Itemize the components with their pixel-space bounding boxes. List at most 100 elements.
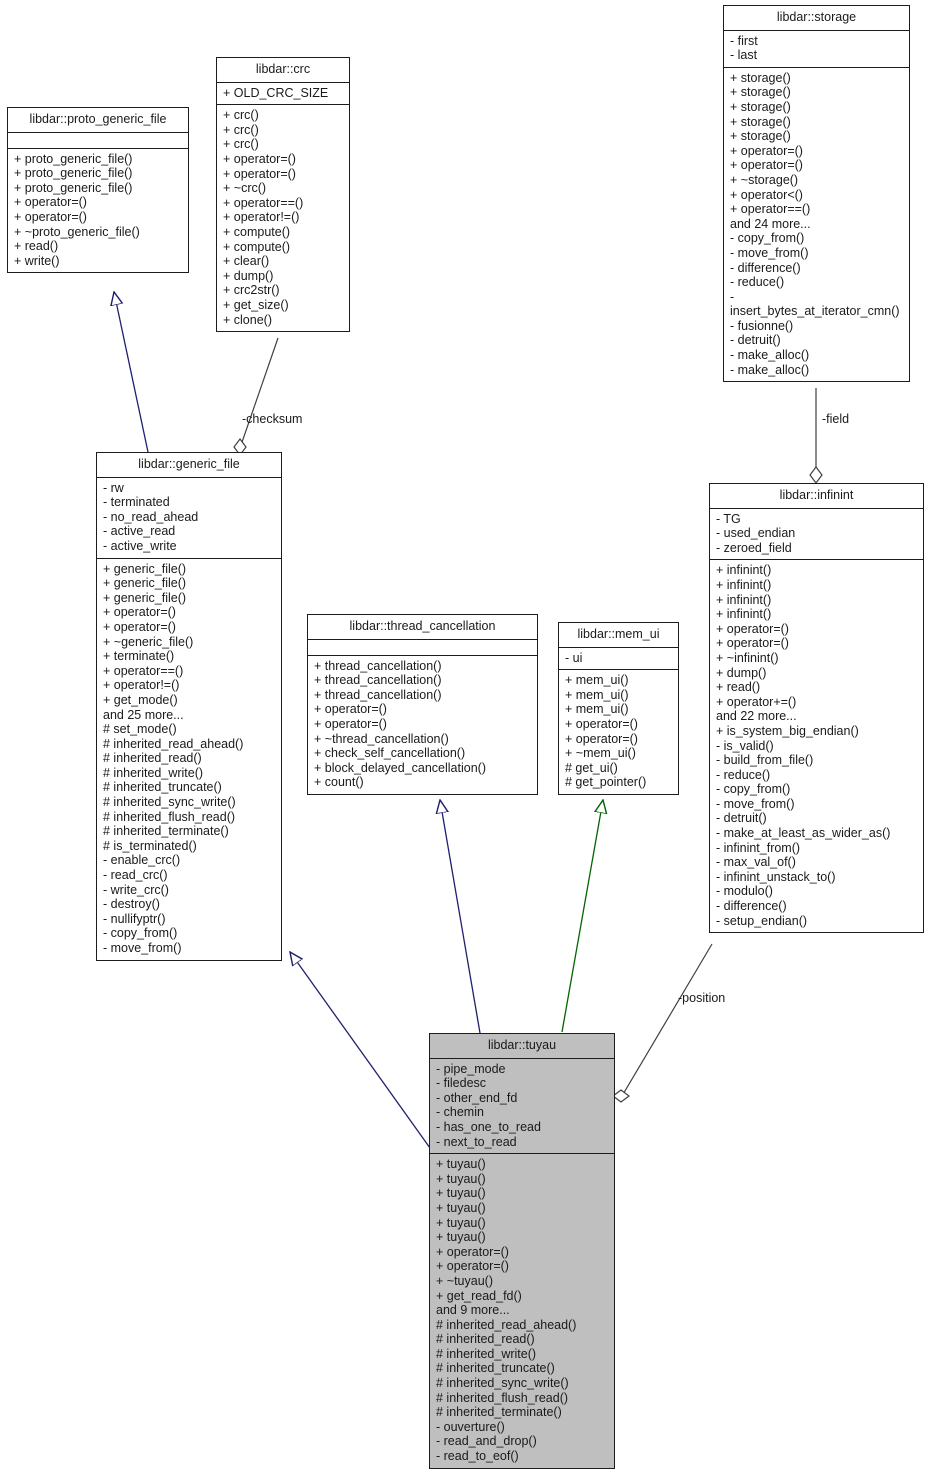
class-attributes-tuyau: - pipe_mode - filedesc - other_end_fd - che…: [430, 1059, 614, 1155]
class-member: # inherited_sync_write(): [103, 795, 236, 810]
edge-infinint-has-field-storage: [809, 388, 823, 484]
class-member: - detruit(): [730, 333, 781, 348]
class-member: + write(): [14, 253, 60, 268]
edge-generic-file-has-checksum-crc: [233, 337, 279, 456]
class-attributes-infinint: - TG - used_endian - zeroed_field: [710, 509, 923, 561]
class-box-infinint[interactable]: libdar::infinint - TG - used_endian - zero…: [709, 483, 924, 934]
class-box-proto-generic-file[interactable]: libdar::proto_generic_file + proto_gener…: [7, 107, 189, 274]
class-member: + tuyau(): [436, 1230, 486, 1245]
class-member: - chemin: [436, 1105, 484, 1120]
class-member: # inherited_truncate(): [436, 1361, 555, 1376]
class-box-tuyau[interactable]: libdar::tuyau - pipe_mode - filedesc - oth…: [429, 1033, 615, 1469]
class-member: + crc2str(): [223, 283, 280, 298]
class-member: + read(): [716, 680, 761, 695]
class-member: and 22 more...: [716, 709, 797, 724]
class-member: - make_alloc(): [730, 348, 810, 363]
class-member: - TG: [716, 511, 741, 526]
class-member: - nullifyptr(): [103, 911, 166, 926]
class-attributes-storage: - first - last: [724, 31, 909, 68]
class-member: # inherited_read_ahead(): [103, 736, 244, 751]
class-member: - read_crc(): [103, 868, 168, 883]
class-member: + operator==(): [103, 663, 184, 678]
class-member: + storage(): [730, 85, 791, 100]
class-member: - terminated: [103, 495, 170, 510]
class-member: # inherited_truncate(): [103, 780, 222, 795]
class-member: + tuyau(): [436, 1157, 486, 1172]
class-box-mem-ui[interactable]: libdar::mem_ui - ui + mem_ui() + mem_ui()…: [558, 622, 679, 795]
class-box-storage[interactable]: libdar::storage - first - last + storage(…: [723, 5, 910, 383]
class-member: + operator!=(): [103, 678, 180, 693]
class-member: - copy_from(): [103, 926, 178, 941]
class-member: + operator!=(): [223, 210, 300, 225]
class-member: - make_alloc(): [730, 362, 810, 377]
class-member: - reduce(): [716, 767, 771, 782]
class-title-tuyau: libdar::tuyau: [430, 1034, 614, 1059]
class-member: + infinint(): [716, 577, 772, 592]
class-member: + ~crc(): [223, 181, 267, 196]
class-member: + compute(): [223, 224, 291, 239]
class-member: - reduce(): [730, 275, 785, 290]
class-member: + ~proto_generic_file(): [14, 224, 140, 239]
class-member: and 9 more...: [436, 1303, 510, 1318]
class-member: - is_valid(): [716, 738, 774, 753]
class-box-crc[interactable]: libdar::crc + OLD_CRC_SIZE + crc() + crc(…: [216, 57, 350, 333]
class-member: + ~storage(): [730, 172, 799, 187]
class-member: - make_at_least_as_wider_as(): [716, 826, 891, 841]
class-member: - read_and_drop(): [436, 1434, 537, 1449]
class-member: + crc(): [223, 137, 259, 152]
class-member: + crc(): [223, 108, 259, 123]
class-member: and 24 more...: [730, 216, 811, 231]
class-member: + operator=(): [730, 143, 803, 158]
class-member: # inherited_read(): [436, 1332, 535, 1347]
class-member: + operator=(): [436, 1244, 509, 1259]
class-member: - filedesc: [436, 1076, 487, 1091]
edge-tuyau-inherits-mem-ui: [561, 800, 603, 1033]
class-member: + clear(): [223, 254, 270, 269]
class-member: + read(): [14, 239, 59, 254]
class-member: + mem_ui(): [565, 702, 629, 717]
class-member: + ~generic_file(): [103, 634, 194, 649]
class-title-infinint: libdar::infinint: [710, 484, 923, 509]
class-member: - zeroed_field: [716, 540, 792, 555]
class-member: + operator=(): [314, 716, 387, 731]
class-member: + tuyau(): [436, 1215, 486, 1230]
class-member: + dump(): [223, 268, 274, 283]
edge-label-field: -field: [822, 412, 850, 426]
class-member: + operator=(): [565, 716, 638, 731]
class-member: - infinint_unstack_to(): [716, 869, 836, 884]
edge-tuyau-inherits-generic-file: [290, 952, 431, 1149]
class-box-generic-file[interactable]: libdar::generic_file - rw - terminated - n…: [96, 452, 282, 961]
class-member: + thread_cancellation(): [314, 687, 442, 702]
class-member: + get_size(): [223, 297, 289, 312]
class-operations-mem-ui: + mem_ui() + mem_ui() + mem_ui() + operator…: [559, 670, 678, 794]
class-member: # inherited_write(): [103, 765, 204, 780]
class-member: + operator=(): [14, 209, 87, 224]
class-member: + generic_file(): [103, 576, 187, 591]
class-attributes-thread-cancellation: [308, 640, 537, 656]
class-box-thread-cancellation[interactable]: libdar::thread_cancellation + thread_can…: [307, 614, 538, 795]
class-member: - infinint_from(): [716, 840, 801, 855]
class-member: + proto_generic_file(): [14, 180, 133, 195]
class-member: + get_read_fd(): [436, 1288, 522, 1303]
class-member: + thread_cancellation(): [314, 658, 442, 673]
class-member: + tuyau(): [436, 1171, 486, 1186]
class-title-mem-ui: libdar::mem_ui: [559, 623, 678, 648]
class-member: - first: [730, 33, 758, 48]
class-member: + ~tuyau(): [436, 1273, 493, 1288]
class-member: + infinint(): [716, 563, 772, 578]
edge-label-position: -position: [678, 991, 726, 1005]
class-member: - enable_crc(): [103, 853, 181, 868]
class-member: - destroy(): [103, 897, 160, 912]
class-member: + operator=(): [223, 166, 296, 181]
class-operations-infinint: + infinint() + infinint() + infinint() + in…: [710, 560, 923, 932]
class-member: + operator=(): [314, 702, 387, 717]
class-member: + operator==(): [730, 202, 811, 217]
class-member: + operator=(): [103, 605, 176, 620]
class-operations-generic-file: + generic_file() + generic_file() + generi…: [97, 559, 281, 960]
class-member: - move_from(): [103, 941, 182, 955]
class-title-generic-file: libdar::generic_file: [97, 453, 281, 478]
class-member: # inherited_read_ahead(): [436, 1317, 577, 1332]
class-title-thread-cancellation: libdar::thread_cancellation: [308, 615, 537, 640]
class-member: - ouverture(): [436, 1419, 505, 1434]
class-member: + ~thread_cancellation(): [314, 731, 449, 746]
